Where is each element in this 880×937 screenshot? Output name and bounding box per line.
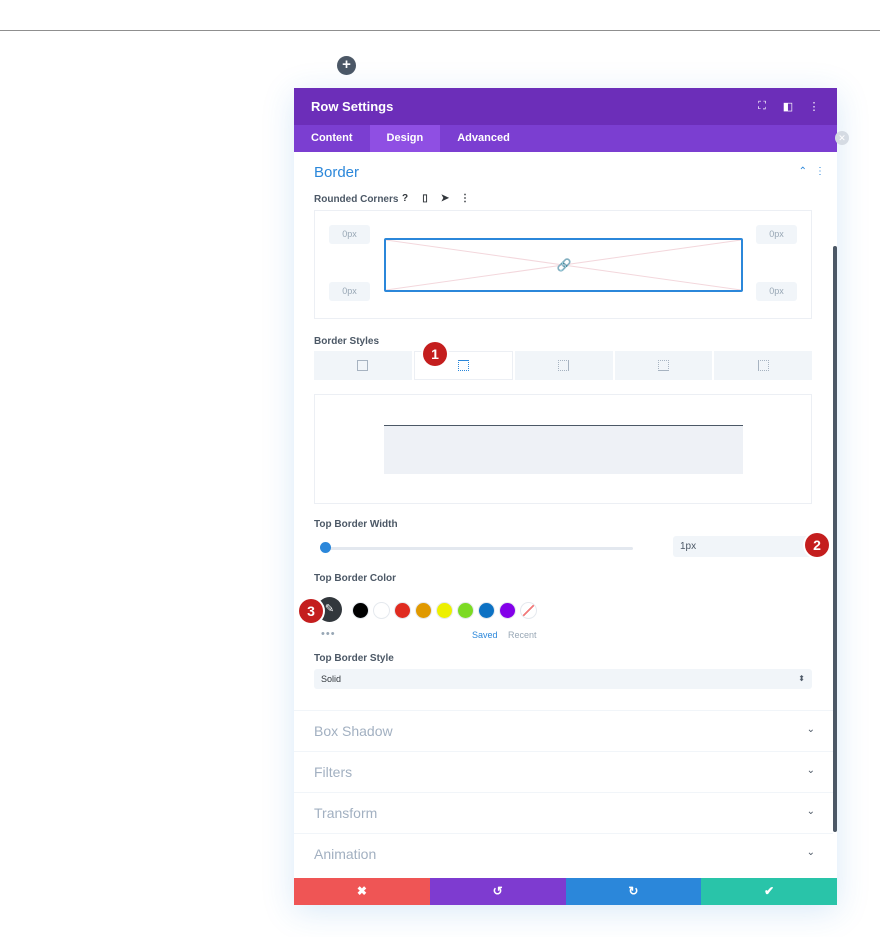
scrollbar[interactable]: [833, 246, 837, 832]
modal-tabs: Content Design Advanced: [294, 125, 837, 152]
saved-colors-tab[interactable]: Saved: [472, 630, 498, 640]
corner-bottom-left-input[interactable]: 0px: [329, 282, 370, 301]
top-border-width-label: Top Border Width: [314, 519, 398, 530]
border-bottom-tab[interactable]: [614, 351, 713, 380]
border-styles-tabs: [314, 351, 812, 380]
color-swatch[interactable]: [478, 602, 495, 619]
row-settings-modal: Row Settings ⛶ ◧ ⋮ Content Design Advanc…: [294, 88, 837, 905]
top-border-width-input[interactable]: 1px: [673, 536, 812, 557]
accordion-filters[interactable]: Filters ⌄: [294, 751, 833, 792]
rounded-corners-box: 0px 0px 0px 0px 🔗: [314, 210, 812, 319]
border-bottom-icon: [658, 360, 670, 371]
close-icon[interactable]: ✕: [835, 131, 849, 145]
tab-design[interactable]: Design: [369, 125, 441, 152]
save-button[interactable]: ✔: [701, 878, 837, 905]
recent-colors-tab[interactable]: Recent: [508, 630, 537, 640]
collapse-icon[interactable]: ⌃: [799, 166, 807, 177]
chevron-down-icon: ⌄: [806, 806, 815, 817]
top-border-style-label: Top Border Style: [314, 653, 394, 664]
link-corners-icon[interactable]: 🔗: [557, 258, 572, 272]
step-marker-1: 1: [423, 342, 447, 366]
border-preview-box: [314, 394, 812, 504]
top-border-style-select[interactable]: Solid ⬍: [314, 669, 812, 689]
cursor-icon[interactable]: ➤: [439, 193, 451, 205]
no-color-swatch[interactable]: [520, 602, 537, 619]
color-swatch[interactable]: [499, 602, 516, 619]
step-marker-3: 3: [299, 599, 323, 623]
label-more-icon[interactable]: ⋮: [459, 193, 471, 205]
corner-top-right-input[interactable]: 0px: [756, 225, 797, 244]
border-left-icon: [757, 360, 769, 371]
section-more-icon[interactable]: ⋮: [815, 166, 825, 177]
add-row-button[interactable]: +: [337, 56, 356, 75]
redo-button[interactable]: ↻: [565, 878, 702, 905]
corner-top-left-input[interactable]: 0px: [329, 225, 370, 244]
color-swatch[interactable]: [373, 602, 390, 619]
select-arrow-icon: ⬍: [798, 674, 805, 683]
page-divider: [0, 30, 880, 31]
chevron-down-icon: ⌄: [806, 724, 815, 735]
more-colors-icon[interactable]: •••: [321, 628, 336, 640]
expand-icon[interactable]: ⛶: [756, 100, 768, 113]
border-styles-label: Border Styles: [314, 336, 380, 347]
undo-button[interactable]: ↺: [429, 878, 566, 905]
top-border-width-handle[interactable]: [320, 542, 331, 553]
color-swatch[interactable]: [352, 602, 369, 619]
rounded-corners-label: Rounded Corners: [314, 194, 399, 205]
border-right-tab[interactable]: [515, 351, 613, 380]
chevron-down-icon: ⌄: [806, 847, 815, 858]
tab-content[interactable]: Content: [294, 125, 370, 152]
border-preview-sample: [384, 425, 743, 474]
modal-body: Border ⌃ ⋮ Rounded Corners ? ▯ ➤ ⋮ 0px 0…: [294, 152, 837, 878]
border-all-icon: [357, 360, 369, 371]
border-section-title[interactable]: Border: [314, 164, 359, 181]
layout-icon[interactable]: ◧: [782, 101, 794, 113]
cancel-button[interactable]: ✖: [294, 878, 430, 905]
corner-bottom-right-input[interactable]: 0px: [756, 282, 797, 301]
chevron-down-icon: ⌄: [806, 765, 815, 776]
color-swatch[interactable]: [394, 602, 411, 619]
accordion-box-shadow[interactable]: Box Shadow ⌄: [294, 710, 833, 751]
top-border-width-slider[interactable]: [323, 547, 633, 550]
select-value: Solid: [321, 674, 342, 684]
accordion-animation[interactable]: Animation ⌄: [294, 833, 833, 874]
help-icon[interactable]: ?: [399, 193, 411, 205]
mobile-icon[interactable]: ▯: [419, 193, 431, 205]
border-left-tab[interactable]: [714, 351, 812, 380]
modal-title: Row Settings: [311, 99, 394, 114]
border-all-tab[interactable]: [314, 351, 412, 380]
color-swatch[interactable]: [415, 602, 432, 619]
accordion-title: Transform: [314, 805, 378, 821]
modal-header: Row Settings ⛶ ◧ ⋮: [294, 88, 837, 125]
color-swatches: [352, 602, 537, 619]
top-border-color-label: Top Border Color: [314, 573, 397, 584]
border-top-icon: [457, 360, 469, 371]
accordion-title: Box Shadow: [314, 723, 393, 739]
color-swatch[interactable]: [457, 602, 474, 619]
border-right-icon: [558, 360, 570, 371]
more-options-icon[interactable]: ⋮: [808, 101, 820, 113]
accordion-transform[interactable]: Transform ⌄: [294, 792, 833, 833]
accordion-title: Animation: [314, 846, 377, 862]
modal-footer: ✖ ↺ ↻ ✔: [294, 878, 837, 905]
step-marker-2: 2: [805, 533, 829, 557]
tab-advanced[interactable]: Advanced: [440, 125, 527, 152]
color-swatch[interactable]: [436, 602, 453, 619]
rounded-corners-preview: 🔗: [384, 238, 743, 292]
accordion-title: Filters: [314, 764, 353, 780]
